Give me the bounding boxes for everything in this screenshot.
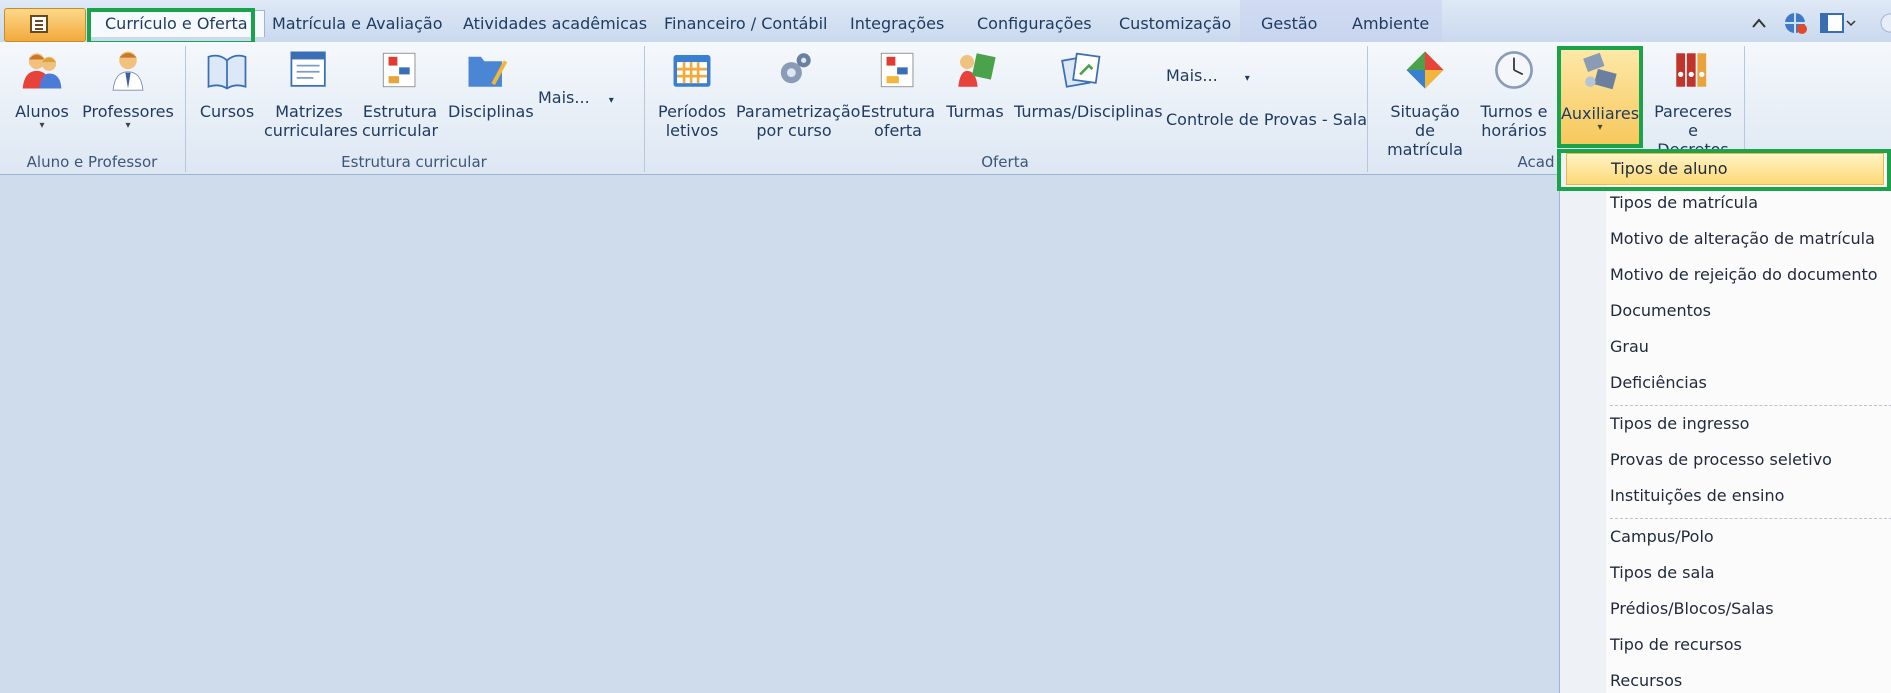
professores-button[interactable]: Professores ▾ (82, 48, 174, 131)
class-subjects-icon (1061, 52, 1101, 88)
close-icon[interactable] (1880, 12, 1891, 34)
matrix-document-icon (290, 51, 326, 87)
application-menu-button[interactable] (4, 8, 86, 42)
matrizes-curriculares-label: Matrizes curriculares (264, 102, 358, 140)
parametrizacao-curso-label: Parametrização por curso (736, 102, 861, 140)
alunos-button[interactable]: Alunos ▾ (14, 48, 70, 131)
menu-separator (1610, 518, 1891, 519)
professores-label: Professores (82, 102, 174, 121)
folder-pencil-icon (468, 56, 508, 87)
tab-configuracoes[interactable]: Configurações (977, 14, 1092, 33)
turmas-label: Turmas (946, 102, 1004, 121)
auxiliares-button[interactable]: Auxiliares ▾ (1558, 46, 1642, 148)
menu-item-recursos[interactable]: Recursos (1610, 671, 1682, 690)
matrizes-curriculares-button[interactable]: Matrizes curriculares (264, 48, 358, 140)
chevron-down-icon: ▾ (125, 120, 131, 131)
tab-curriculo-oferta[interactable]: Currículo e Oferta (88, 10, 265, 37)
menu-item-motivo-rejeicao-documento[interactable]: Motivo de rejeição do documento (1610, 265, 1878, 284)
turnos-horarios-label: Turnos e horários (1480, 102, 1548, 140)
minimize-ribbon-icon[interactable] (1749, 14, 1769, 34)
menu-item-provas-processo-seletivo[interactable]: Provas de processo seletivo (1610, 450, 1832, 469)
clock-icon (1495, 51, 1533, 89)
mais-estrutura-label: Mais... (538, 88, 590, 107)
menu-separator (1610, 405, 1891, 406)
auxiliares-label: Auxiliares (1560, 104, 1640, 123)
menu-item-motivo-alteracao-matricula[interactable]: Motivo de alteração de matrícula (1610, 229, 1875, 248)
menu-item-grau[interactable]: Grau (1610, 337, 1649, 356)
menu-item-deficiencias[interactable]: Deficiências (1610, 373, 1707, 392)
estrutura-curricular-label: Estrutura curricular (362, 102, 439, 140)
menu-item-instituicoes-de-ensino[interactable]: Instituições de ensino (1610, 486, 1784, 505)
menu-icon-strip (1560, 149, 1606, 693)
controle-provas-sala-button[interactable]: Controle de Provas - Sala (1166, 110, 1367, 129)
dropdown-arrow-icon: ▾ (608, 95, 614, 106)
estrutura-oferta-button[interactable]: Estrutura oferta (860, 48, 936, 140)
tab-financeiro-contabil[interactable]: Financeiro / Contábil (664, 14, 827, 33)
chevron-down-icon: ▾ (39, 120, 45, 131)
group-separator (1367, 46, 1368, 172)
group-label-aluno-professor: Aluno e Professor (26, 153, 158, 171)
cursos-button[interactable]: Cursos (198, 48, 256, 121)
students-icon (22, 53, 62, 89)
situacao-matricula-label: Situação de matrícula (1387, 102, 1463, 159)
periodos-letivos-label: Períodos letivos (657, 102, 726, 140)
periodos-letivos-button[interactable]: Períodos letivos (656, 48, 728, 140)
offer-structure-icon (880, 52, 914, 88)
structure-chart-icon (382, 52, 416, 88)
turnos-horarios-button[interactable]: Turnos e horários (1480, 48, 1548, 140)
auxiliares-dropdown-menu: Tipos de aluno Tipos de matrícula Motivo… (1559, 149, 1891, 693)
estrutura-oferta-label: Estrutura oferta (860, 102, 936, 140)
gears-icon (780, 53, 811, 84)
chevron-down-icon: ▾ (1597, 122, 1603, 133)
turmas-button[interactable]: Turmas (944, 48, 1006, 121)
tab-customizacao[interactable]: Customização (1119, 14, 1231, 33)
layout-options-icon[interactable] (1820, 12, 1856, 34)
menu-item-tipos-de-ingresso[interactable]: Tipos de ingresso (1610, 414, 1749, 433)
parametrizacao-curso-button[interactable]: Parametrização por curso (736, 48, 861, 140)
menu-item-tipos-de-sala[interactable]: Tipos de sala (1610, 563, 1715, 582)
tab-atividades-academicas[interactable]: Atividades acadêmicas (463, 14, 647, 33)
pareceres-decretos-button[interactable]: Pareceres e Decretos (1650, 48, 1736, 159)
group-label-estrutura-curricular: Estrutura curricular (341, 153, 487, 171)
mais-estrutura-button[interactable]: Mais... ▾ (538, 88, 614, 107)
group-label-oferta: Oferta (981, 153, 1029, 171)
ribbon-tab-bar: Currículo e Oferta Matrícula e Avaliação… (0, 0, 1891, 42)
disciplinas-label: Disciplinas (448, 102, 534, 121)
turmas-disciplinas-label: Turmas/Disciplinas (1014, 102, 1163, 121)
menu-item-documentos[interactable]: Documentos (1610, 301, 1711, 320)
mais-oferta-label: Mais... (1166, 66, 1218, 85)
menu-item-tipo-de-recursos[interactable]: Tipo de recursos (1610, 635, 1742, 654)
status-diamond-icon (1406, 51, 1444, 89)
binders-icon (1676, 53, 1707, 87)
menu-item-tipos-de-aluno[interactable]: Tipos de aluno (1566, 153, 1884, 185)
alunos-label: Alunos (15, 102, 69, 121)
situacao-matricula-button[interactable]: Situação de matrícula (1380, 48, 1470, 159)
turmas-disciplinas-button[interactable]: Turmas/Disciplinas (1014, 48, 1163, 121)
menu-item-campus-polo[interactable]: Campus/Polo (1610, 527, 1714, 546)
teacher-icon (112, 51, 144, 91)
dropdown-arrow-icon: ▾ (1244, 73, 1250, 84)
group-separator (644, 46, 645, 172)
mais-oferta-button[interactable]: Mais... ▾ (1166, 66, 1250, 85)
menu-item-tipos-de-matricula[interactable]: Tipos de matrícula (1610, 193, 1758, 212)
app-menu-icon (30, 15, 48, 33)
estrutura-curricular-button[interactable]: Estrutura curricular (362, 48, 438, 140)
group-label-acad: Acad (1517, 153, 1555, 171)
tab-gestao[interactable]: Gestão (1261, 14, 1317, 33)
class-group-icon (958, 53, 996, 87)
cursos-label: Cursos (199, 102, 255, 121)
tab-integracoes[interactable]: Integrações (850, 14, 944, 33)
auxiliary-tools-icon (1583, 52, 1617, 90)
book-icon (207, 54, 247, 90)
globe-help-icon[interactable] (1782, 10, 1808, 36)
tab-ambiente[interactable]: Ambiente (1352, 14, 1429, 33)
group-separator (185, 46, 186, 172)
tab-matricula-avaliacao[interactable]: Matrícula e Avaliação (272, 14, 442, 33)
disciplinas-button[interactable]: Disciplinas (448, 48, 534, 121)
calendar-icon (673, 55, 711, 87)
menu-item-predios-blocos-salas[interactable]: Prédios/Blocos/Salas (1610, 599, 1774, 618)
